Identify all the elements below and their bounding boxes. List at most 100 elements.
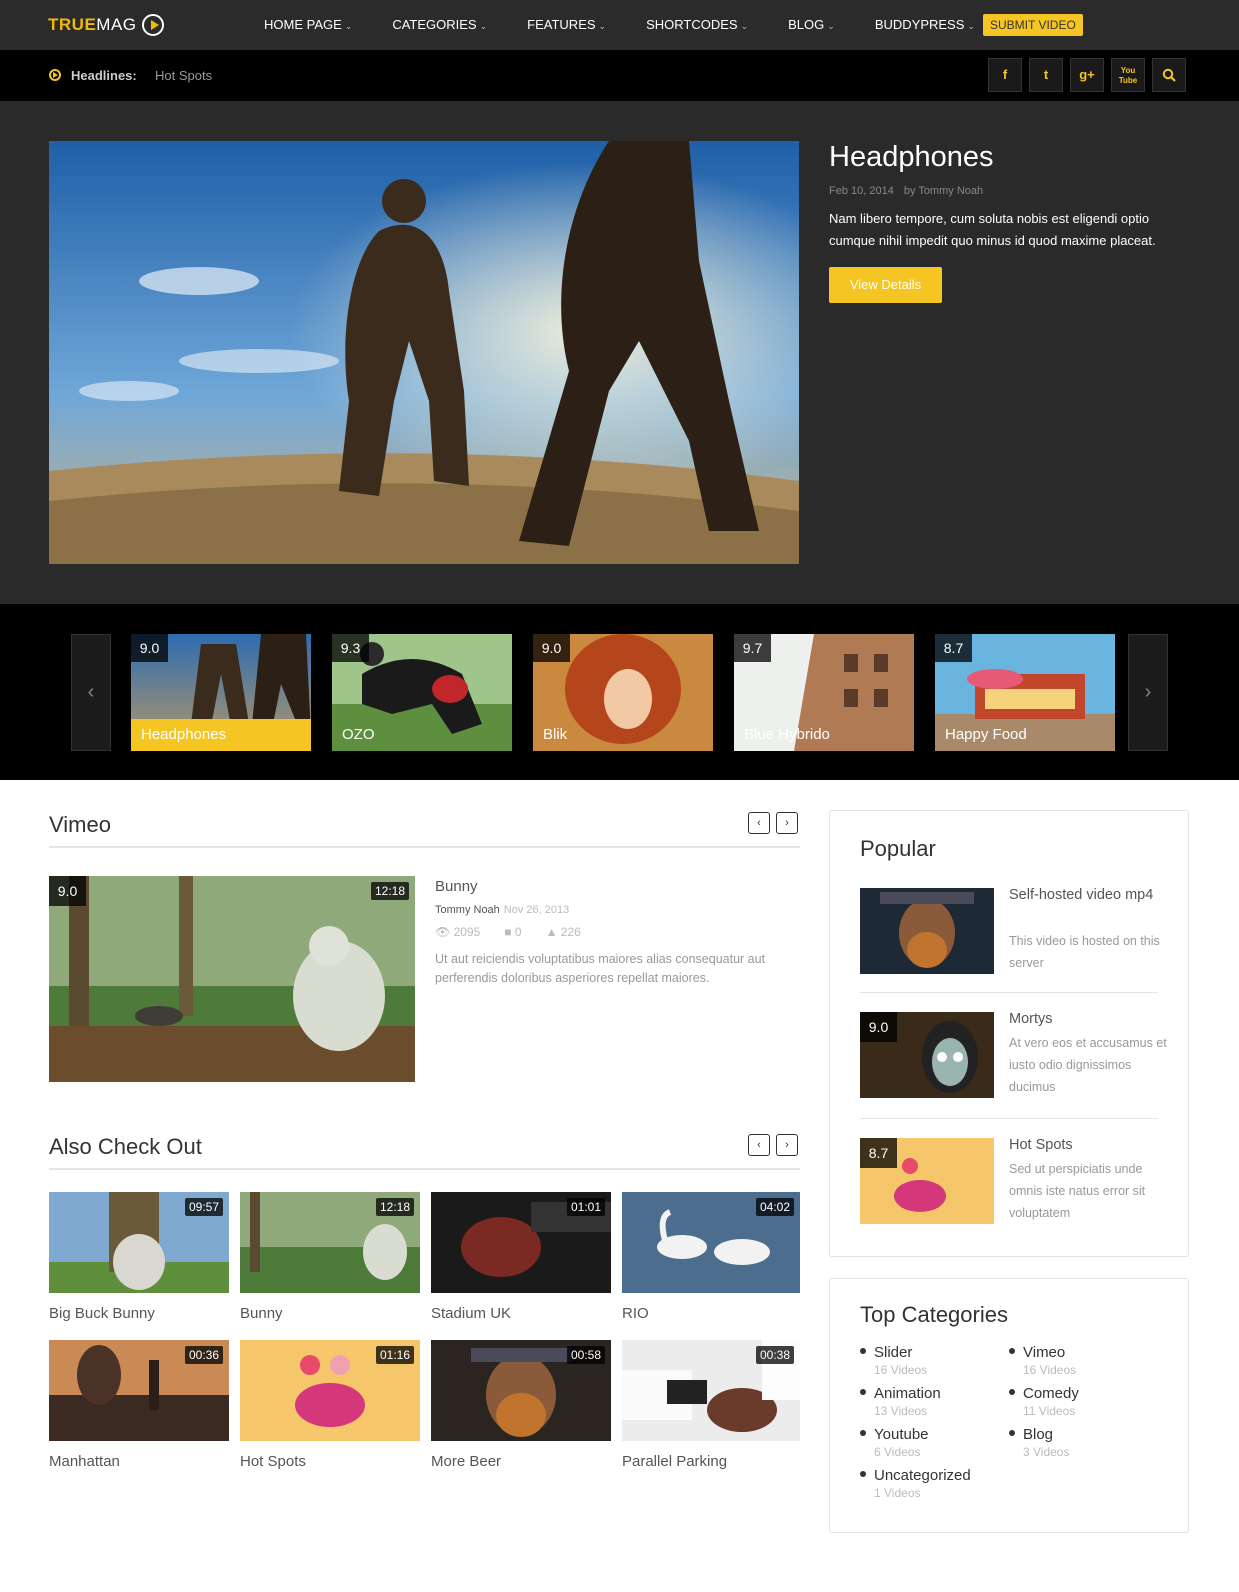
likes-value: 226: [560, 925, 581, 939]
vimeo-prev-button[interactable]: ‹: [748, 812, 770, 834]
category-item[interactable]: Slider 16 Videos: [860, 1344, 927, 1377]
popular-item-desc: This video is hosted on this server: [1009, 934, 1160, 970]
hero-meta: Feb 10, 2014 by Tommy Noah: [829, 185, 983, 197]
hero-date: Feb 10, 2014: [829, 185, 894, 197]
menu-item-home-page[interactable]: HOME PAGE ⌄: [264, 17, 352, 32]
category-name: Blog: [1009, 1426, 1069, 1443]
carousel-item-title: Blik: [543, 726, 568, 743]
menu-item-categories[interactable]: CATEGORIES ⌄: [392, 17, 487, 32]
also-check-out-title: Also Check Out: [49, 1134, 202, 1159]
vimeo-video-meta: Tommy Noah Nov 26, 2013: [435, 904, 569, 916]
hero-description: Nam libero tempore, cum soluta nobis est…: [829, 211, 1156, 248]
carousel-item[interactable]: 9.3 OZO: [332, 634, 512, 751]
menu-label: SHORTCODES: [646, 17, 738, 32]
video-thumbnail[interactable]: 04:02: [622, 1192, 800, 1293]
item-divider: [860, 1118, 1158, 1119]
vimeo-video-title[interactable]: Bunny: [435, 878, 478, 895]
headline-link[interactable]: Hot Spots: [155, 68, 212, 83]
category-count: 13 Videos: [874, 1404, 928, 1418]
rating-badge: 8.7: [935, 634, 972, 662]
category-item[interactable]: Blog 3 Videos: [1009, 1426, 1069, 1459]
carousel-item[interactable]: 9.7 Blue Hybrido: [734, 634, 914, 751]
vimeo-author[interactable]: Tommy Noah: [435, 904, 500, 916]
category-count: 6 Videos: [874, 1445, 921, 1459]
twitter-icon[interactable]: t: [1029, 58, 1063, 92]
video-thumbnail[interactable]: 01:16: [240, 1340, 420, 1441]
carousel-prev-button[interactable]: ‹: [71, 634, 111, 751]
video-title[interactable]: Manhattan: [49, 1453, 120, 1470]
vimeo-video-stats: 👁 2095 ■ 0 ▲ 226: [435, 925, 605, 939]
popular-item-title[interactable]: Mortys: [1009, 1008, 1169, 1030]
chevron-down-icon: ⌄: [967, 21, 975, 31]
category-count: 11 Videos: [1023, 1404, 1076, 1418]
video-thumbnail[interactable]: 00:58: [431, 1340, 611, 1441]
top-navigation-bar: TRUEMAG HOME PAGE ⌄ CATEGORIES ⌄ FEATURES ⌄…: [0, 0, 1239, 50]
menu-label: HOME PAGE: [264, 17, 342, 32]
video-title[interactable]: Parallel Parking: [622, 1453, 727, 1470]
video-title[interactable]: Big Buck Bunny: [49, 1305, 155, 1322]
facebook-icon[interactable]: f: [988, 58, 1022, 92]
carousel-item-title: OZO: [342, 726, 375, 743]
menu-item-shortcodes[interactable]: SHORTCODES ⌄: [646, 17, 748, 32]
carousel-next-button[interactable]: ›: [1128, 634, 1168, 751]
menu-label: FEATURES: [527, 17, 596, 32]
menu-item-blog[interactable]: BLOG ⌄: [788, 17, 835, 32]
menu-item-features[interactable]: FEATURES ⌄: [527, 17, 606, 32]
category-item[interactable]: Animation 13 Videos: [860, 1385, 941, 1418]
video-title[interactable]: RIO: [622, 1305, 649, 1322]
also-prev-button[interactable]: ‹: [748, 1134, 770, 1156]
menu-item-buddypress[interactable]: BUDDYPRESS ⌄: [875, 17, 975, 32]
vimeo-next-button[interactable]: ›: [776, 812, 798, 834]
carousel-item[interactable]: 9.0 Headphones: [131, 634, 311, 751]
featured-video-image[interactable]: [49, 141, 799, 564]
site-logo[interactable]: TRUEMAG: [48, 13, 164, 37]
video-thumbnail[interactable]: 01:01: [431, 1192, 611, 1293]
video-title[interactable]: Hot Spots: [240, 1453, 306, 1470]
vimeo-video-thumbnail[interactable]: 9.0 12:18: [49, 876, 415, 1082]
youtube-icon[interactable]: You Tube: [1111, 58, 1145, 92]
chevron-down-icon: ⌄: [827, 21, 835, 31]
eye-icon: 👁: [435, 925, 451, 939]
video-thumbnail[interactable]: 00:38: [622, 1340, 800, 1441]
category-item[interactable]: Vimeo 16 Videos: [1009, 1344, 1076, 1377]
also-next-button[interactable]: ›: [776, 1134, 798, 1156]
menu-label: CATEGORIES: [392, 17, 477, 32]
video-title[interactable]: Bunny: [240, 1305, 283, 1322]
carousel-item[interactable]: 9.0 Blik: [533, 634, 713, 751]
views-count: 👁 2095: [435, 925, 480, 939]
hero-title[interactable]: Headphones: [829, 141, 993, 174]
rating-badge: 8.7: [860, 1138, 897, 1168]
popular-thumbnail[interactable]: [860, 888, 994, 974]
category-name: Comedy: [1009, 1385, 1079, 1402]
video-title[interactable]: Stadium UK: [431, 1305, 511, 1322]
rating-badge: 9.0: [860, 1012, 897, 1042]
video-thumbnail[interactable]: 12:18: [240, 1192, 420, 1293]
chevron-left-icon: ‹: [757, 1139, 761, 1151]
category-item[interactable]: Youtube 6 Videos: [860, 1426, 929, 1459]
popular-thumbnail[interactable]: 9.0: [860, 1012, 994, 1098]
google-plus-icon[interactable]: g+: [1070, 58, 1104, 92]
search-icon[interactable]: [1152, 58, 1186, 92]
carousel-item[interactable]: 8.7 Happy Food: [935, 634, 1115, 751]
duration-badge: 12:18: [370, 882, 409, 900]
category-item[interactable]: Comedy 11 Videos: [1009, 1385, 1079, 1418]
play-circle-icon: [141, 14, 164, 36]
duration-badge: 12:18: [375, 1198, 414, 1216]
category-count: 16 Videos: [1023, 1363, 1077, 1377]
duration-badge: 01:01: [566, 1198, 605, 1216]
video-title[interactable]: More Beer: [431, 1453, 501, 1470]
hero-author[interactable]: by Tommy Noah: [904, 185, 983, 197]
video-thumbnail[interactable]: 00:36: [49, 1340, 229, 1441]
video-thumbnail[interactable]: 09:57: [49, 1192, 229, 1293]
view-details-button[interactable]: View Details: [829, 267, 942, 303]
popular-item-title[interactable]: Hot Spots: [1009, 1134, 1169, 1156]
chevron-left-icon: ‹: [87, 681, 95, 703]
category-name: Uncategorized: [860, 1467, 971, 1484]
duration-badge: 04:02: [755, 1198, 794, 1216]
category-item[interactable]: Uncategorized 1 Videos: [860, 1467, 971, 1500]
submit-video-button[interactable]: SUBMIT VIDEO: [983, 14, 1083, 36]
popular-thumbnail[interactable]: 8.7: [860, 1138, 994, 1224]
chevron-down-icon: ⌄: [740, 21, 749, 31]
duration-badge: 09:57: [184, 1198, 223, 1216]
popular-item-title[interactable]: Self-hosted video mp4: [1009, 884, 1169, 906]
